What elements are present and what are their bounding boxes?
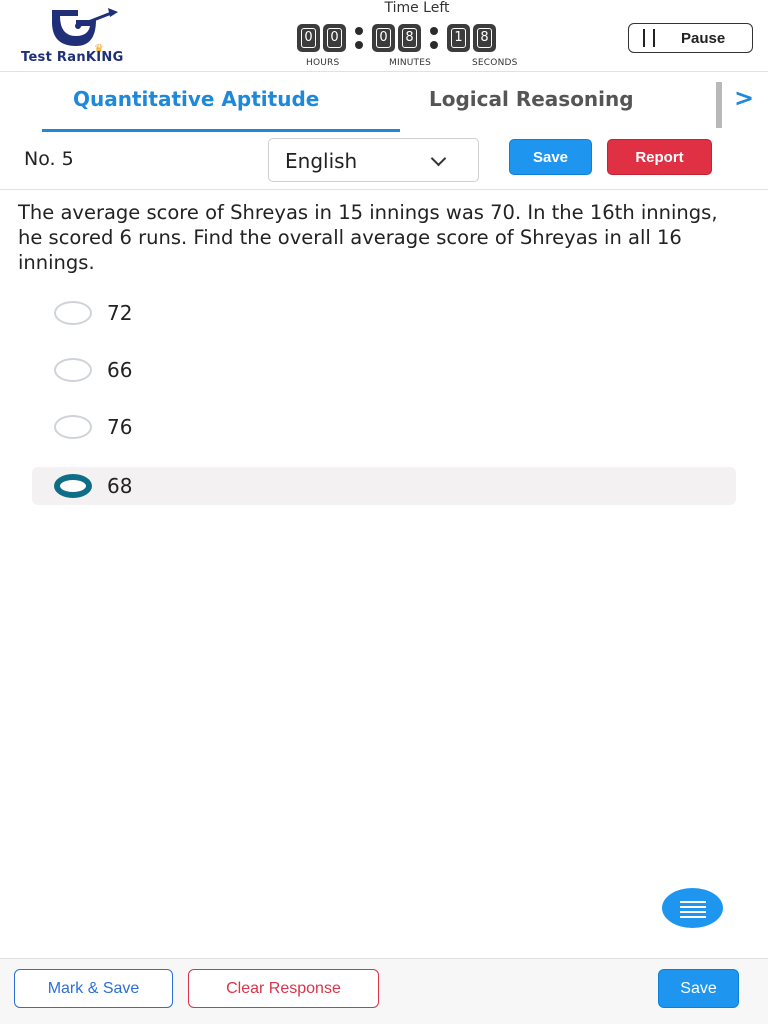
pause-label: Pause — [681, 29, 726, 47]
question-text: The average score of Shreyas in 15 innin… — [18, 201, 718, 274]
mark-and-save-button[interactable]: Mark & Save — [14, 969, 173, 1008]
footer-bar: Mark & Save Clear Response Save — [0, 958, 768, 1024]
timer-title: Time Left — [384, 0, 450, 16]
logo-text: Test RanKING — [21, 50, 124, 65]
option-label: 72 — [107, 301, 133, 325]
option-item-selected[interactable]: 68 — [32, 467, 736, 505]
timer-colon — [349, 24, 369, 52]
target-logo-icon — [52, 8, 118, 46]
countdown-timer: 0 0 0 8 1 8 — [297, 23, 499, 53]
menu-icon — [680, 901, 706, 903]
option-label: 76 — [107, 415, 133, 439]
timer-label-seconds: SECONDS — [472, 58, 518, 68]
timer-digit: 8 — [398, 24, 421, 52]
question-number: No. 5 — [24, 148, 74, 170]
language-selected-value: English — [285, 149, 358, 173]
chevron-right-icon[interactable]: > — [734, 84, 754, 112]
radio-button-checked[interactable] — [54, 474, 92, 498]
timer-digit: 1 — [447, 24, 470, 52]
pause-button[interactable]: Pause — [628, 23, 753, 53]
report-button[interactable]: Report — [607, 139, 712, 175]
option-label: 68 — [107, 474, 133, 498]
tab-scroll-divider — [716, 82, 722, 128]
tab-logical-reasoning[interactable]: Logical Reasoning — [429, 87, 634, 111]
timer-colon — [424, 24, 444, 52]
timer-digit: 0 — [323, 24, 346, 52]
timer-label-minutes: MINUTES — [389, 58, 432, 68]
option-label: 66 — [107, 358, 133, 382]
option-item[interactable]: 76 — [32, 408, 736, 446]
question-palette-button[interactable] — [662, 888, 723, 928]
header: ♛ Test RanKING Time Left 0 0 0 8 1 8 HOU… — [0, 0, 768, 72]
radio-button[interactable] — [54, 415, 92, 439]
language-select[interactable]: English — [268, 138, 479, 182]
chevron-down-icon — [430, 150, 447, 167]
clear-response-button[interactable]: Clear Response — [188, 969, 379, 1008]
timer-label-hours: HOURS — [306, 58, 340, 68]
option-item[interactable]: 72 — [32, 294, 736, 332]
section-tabs: Quantitative Aptitude Logical Reasoning … — [0, 72, 768, 132]
brand-logo: ♛ Test RanKING — [18, 6, 148, 66]
question-toolbar: No. 5 English Save Report — [0, 132, 768, 190]
save-button[interactable]: Save — [509, 139, 592, 175]
pause-icon — [643, 29, 655, 47]
option-item[interactable]: 66 — [32, 351, 736, 389]
save-next-button[interactable]: Save — [658, 969, 739, 1008]
tab-quantitative-aptitude[interactable]: Quantitative Aptitude — [73, 87, 319, 111]
radio-button[interactable] — [54, 301, 92, 325]
timer-digit: 8 — [473, 24, 496, 52]
timer-digit: 0 — [297, 24, 320, 52]
radio-button[interactable] — [54, 358, 92, 382]
timer-digit: 0 — [372, 24, 395, 52]
